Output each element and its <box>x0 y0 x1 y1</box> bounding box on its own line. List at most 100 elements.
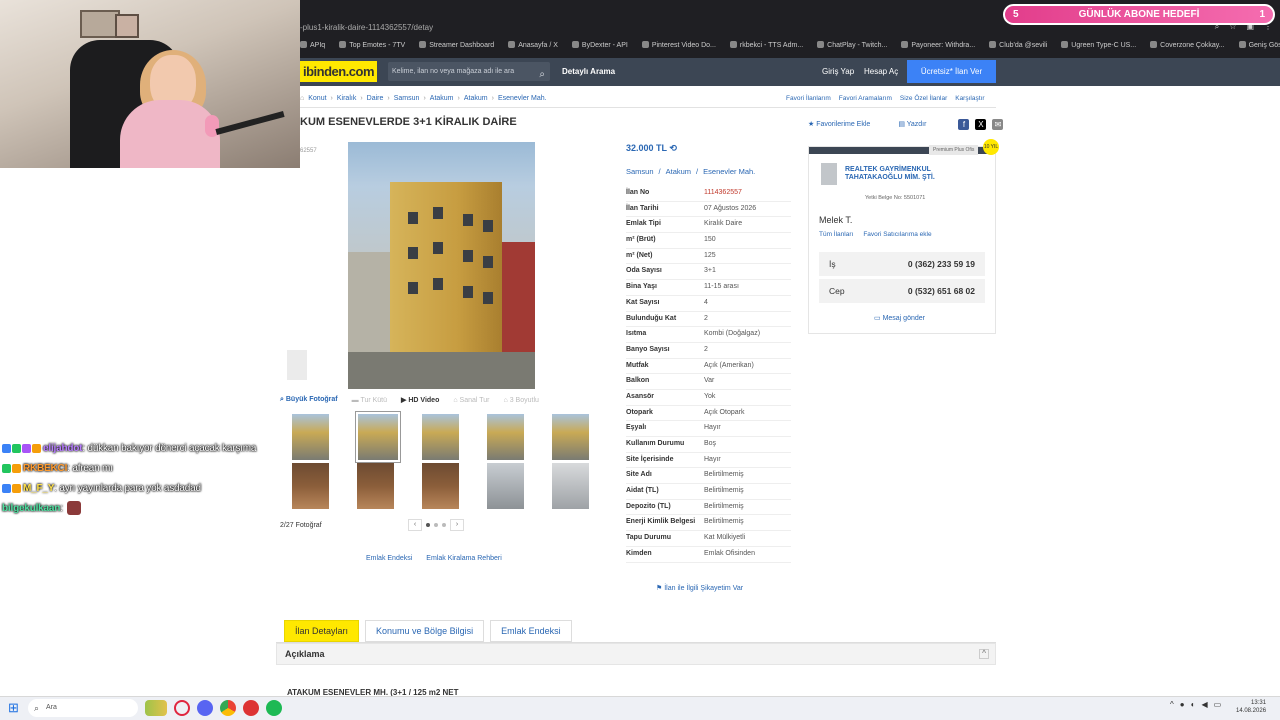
breadcrumb-item[interactable]: Daire <box>367 95 384 102</box>
virtual-tour-button[interactable]: ⌂ Sanal Tur <box>453 397 489 404</box>
bookmark[interactable]: APIq <box>300 41 325 49</box>
special-ads-link[interactable]: Size Özel İlanlar <box>900 95 947 102</box>
battery-icon[interactable]: ▭ <box>1214 700 1222 709</box>
chevron-up-icon[interactable]: ^ <box>1170 700 1174 709</box>
post-ad-button[interactable]: Ücretsiz* İlan Ver <box>907 60 996 83</box>
hd-video-button[interactable]: ▶ HD Video <box>401 396 439 404</box>
location-district[interactable]: Atakum <box>666 167 691 176</box>
listing-id-small: 62557 <box>300 148 317 154</box>
print-button[interactable]: ▤ Yazdır <box>898 120 926 128</box>
phone-row[interactable]: Cep 0 (532) 651 68 02 <box>819 279 985 303</box>
phone-row[interactable]: İş 0 (362) 233 59 19 <box>819 252 985 276</box>
breadcrumb-item[interactable]: Samsun <box>394 95 420 102</box>
breadcrumb-item[interactable]: Esenevler Mah. <box>498 95 547 102</box>
large-photo-button[interactable]: ⌕ Büyük Fotoğraf <box>280 396 338 404</box>
thumbnail[interactable] <box>357 463 394 509</box>
network-icon[interactable]: ◐ <box>1191 700 1196 709</box>
home-icon[interactable]: ⌂ <box>300 95 304 102</box>
collapse-icon[interactable]: ^ <box>979 649 989 659</box>
bookmark[interactable]: Pinterest Video Do... <box>642 41 716 49</box>
bookmark[interactable]: Geniş Gösterekler... <box>1239 41 1280 49</box>
breadcrumb-item[interactable]: Kiralık <box>337 95 356 102</box>
page-dot[interactable] <box>442 523 446 527</box>
chat-text: : ayrı yayınlarda para yok asdadad <box>54 482 201 494</box>
prev-page-button[interactable]: ‹ <box>408 519 422 531</box>
bookmark[interactable]: Anasayfa / X <box>508 41 558 49</box>
facebook-icon[interactable]: f <box>958 118 970 130</box>
bookmark[interactable]: Club'da @sevili <box>989 41 1047 49</box>
tab-location-info[interactable]: Konumu ve Bölge Bilgisi <box>365 620 485 642</box>
advanced-search-link[interactable]: Detaylı Arama <box>562 62 615 81</box>
tab-emlak-endeksi[interactable]: Emlak Endeksi <box>490 620 572 642</box>
breadcrumb-item[interactable]: Atakum <box>464 95 488 102</box>
complaint-link[interactable]: ⚑ İlan ile İlgili Şikayetim Var <box>656 584 743 592</box>
page-dot[interactable] <box>426 523 430 527</box>
info-value: 150 <box>704 236 716 244</box>
discord-icon[interactable] <box>197 700 213 716</box>
bookmark[interactable]: rkbekci - TTS Adm... <box>730 41 803 49</box>
page-dot[interactable] <box>434 523 438 527</box>
bookmark[interactable]: Payoneer: Withdra... <box>901 41 975 49</box>
video-tour-button[interactable]: ▬ Tur Kütü <box>352 397 387 404</box>
compare-link[interactable]: Karşılaştır <box>955 95 984 102</box>
main-photo[interactable] <box>348 142 535 389</box>
location-neighborhood[interactable]: Esenevler Mah. <box>703 167 755 176</box>
tab-listing-details[interactable]: İlan Detayları <box>284 620 360 642</box>
search-icon[interactable]: ⌕ <box>539 65 545 84</box>
add-favorite-button[interactable]: ★ Favorilerime Ekle <box>808 120 870 128</box>
weather-icon[interactable] <box>145 700 167 716</box>
fav-ads-link[interactable]: Favori İlanlarım <box>786 95 831 102</box>
fav-seller-link[interactable]: Favori Satıcılarıma ekle <box>863 231 931 238</box>
volume-icon[interactable]: ◀ <box>1201 700 1207 709</box>
emlak-endeksi-link[interactable]: Emlak Endeksi <box>366 555 412 562</box>
app-icon[interactable] <box>243 700 259 716</box>
bookmark[interactable]: Ugreen Type-C US... <box>1061 41 1136 49</box>
thumbnail[interactable] <box>487 463 524 509</box>
office-logo[interactable] <box>821 163 837 185</box>
description-header[interactable]: Açıklama ^ <box>276 643 996 665</box>
premium-badge: Premium Plus Ofis <box>929 145 979 155</box>
windows-start-icon[interactable]: ⊞ <box>8 700 24 716</box>
thumbnail[interactable] <box>422 414 459 460</box>
search-input[interactable]: Kelime, ilan no veya mağaza adı ile ara … <box>388 62 550 81</box>
bookmark[interactable]: ByDexter - API <box>572 41 628 49</box>
mail-icon[interactable]: ✉ <box>992 118 1004 130</box>
thumbnail[interactable] <box>422 463 459 509</box>
history-icon[interactable]: ⟲ <box>669 143 677 153</box>
breadcrumb-item[interactable]: Konut <box>308 95 326 102</box>
3d-button[interactable]: ⌂ 3 Boyutlu <box>504 397 539 404</box>
info-row: Aidat (TL) Belirtilmemiş <box>626 484 791 500</box>
info-key: Kimden <box>626 549 652 557</box>
taskbar-search[interactable]: ⌕ Ara <box>28 699 138 717</box>
clock[interactable]: 13:31 14.08.2026 <box>1236 699 1266 715</box>
thumbnail[interactable] <box>292 414 329 460</box>
rental-guide-link[interactable]: Emlak Kiralama Rehberi <box>426 555 501 562</box>
location-city[interactable]: Samsun <box>626 167 654 176</box>
spotify-icon[interactable] <box>266 700 282 716</box>
bookmark[interactable]: ChatPlay - Twitch... <box>817 41 887 49</box>
send-message-button[interactable]: ▭ Mesaj gönder <box>874 314 925 322</box>
thumbnail[interactable] <box>552 414 589 460</box>
thumbnail[interactable] <box>487 414 524 460</box>
signup-link[interactable]: Hesap Aç <box>864 62 898 81</box>
breadcrumb-item[interactable]: Atakum <box>430 95 454 102</box>
thumbnail[interactable] <box>552 463 589 509</box>
office-name[interactable]: REALTEK GAYRİMENKUL TAHATAKAOĞLU MİM. ŞT… <box>845 166 985 182</box>
login-link[interactable]: Giriş Yap <box>822 62 854 81</box>
address-bar[interactable]: -plus1-kiralik-daire-1114362557/detay <box>300 20 1000 36</box>
all-ads-link[interactable]: Tüm İlanları <box>819 231 853 238</box>
thumbnail[interactable] <box>355 411 401 463</box>
bookmark[interactable]: Streamer Dashboard <box>419 41 494 49</box>
bookmark[interactable]: Top Emotes - 7TV <box>339 41 405 49</box>
info-key: Bina Yaşı <box>626 283 658 291</box>
opera-icon[interactable] <box>174 700 190 716</box>
site-logo[interactable]: ibinden.com <box>300 61 377 82</box>
phone-number: 0 (532) 651 68 02 <box>907 286 975 296</box>
next-page-button[interactable]: › <box>450 519 464 531</box>
chrome-icon[interactable] <box>220 700 236 716</box>
thumbnail[interactable] <box>292 463 329 509</box>
x-icon[interactable]: X <box>975 118 987 130</box>
fav-searches-link[interactable]: Favori Aramalarım <box>839 95 892 102</box>
bookmark[interactable]: Coverzone Çokkay... <box>1150 41 1224 49</box>
mic-icon[interactable]: ● <box>1180 700 1185 709</box>
